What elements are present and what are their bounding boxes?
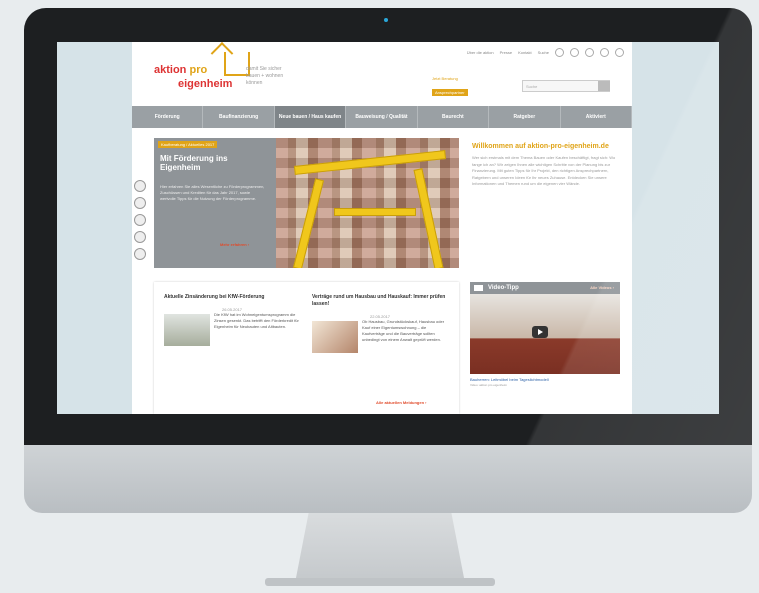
main-navigation: Förderung Baufinanzierung Neue bauen / H…: [132, 106, 632, 128]
news-image-building: [164, 314, 210, 346]
news-more-link[interactable]: Alle aktuellen Meldungen ›: [376, 400, 426, 405]
welcome-section: Willkommen auf aktion-pro-eigenheim.de W…: [472, 142, 622, 188]
nav-item-aktiviert[interactable]: Aktiviert: [561, 106, 632, 128]
nav-item-bauen-kaufen[interactable]: Neue bauen / Haus kaufen: [274, 106, 347, 128]
logo-text-aktion: aktion: [154, 64, 187, 76]
hero-image-money-ruler: [274, 138, 459, 268]
mail-side-icon[interactable]: [134, 231, 146, 243]
logo-text-eigenheim: eigenheim: [178, 78, 233, 90]
print-side-icon[interactable]: [134, 248, 146, 260]
news-image-contract: [312, 321, 358, 353]
video-subtitle: Video: aktion pro eigenheim: [470, 383, 508, 387]
facebook-side-icon[interactable]: [134, 197, 146, 209]
welcome-title: Willkommen auf aktion-pro-eigenheim.de: [472, 143, 609, 150]
news-title[interactable]: Aktuelle Zinsänderung bei KfW-Förderung: [164, 294, 300, 301]
twitter-side-icon[interactable]: [134, 214, 146, 226]
video-tip: Video-Tipp Alle Videos › Bauherren: Leit…: [470, 282, 620, 387]
logo-tagline: damit Sie sicher bauen + wohnen können: [246, 66, 284, 86]
nav-item-baufinanzierung[interactable]: Baufinanzierung: [203, 106, 275, 128]
video-icon: [474, 285, 483, 291]
monitor: aktion pro eigenheim damit Sie sicher ba…: [24, 8, 752, 513]
website: aktion pro eigenheim damit Sie sicher ba…: [132, 42, 632, 414]
site-header: aktion pro eigenheim damit Sie sicher ba…: [132, 42, 632, 104]
hero-text: Hier erfahren Sie alles Wesentliche zu F…: [160, 184, 265, 201]
twitter-icon[interactable]: [570, 48, 579, 57]
welcome-text: Wer sich erstmals mit dem Thema Bauen od…: [472, 155, 616, 186]
hero-title: Mit Förderung ins Eigenheim: [160, 154, 228, 172]
hero-text-box: Kaufberatung / Aktuelles 2017 Mit Förder…: [154, 138, 276, 268]
share-icon[interactable]: [134, 180, 146, 192]
logo-text-pro: pro: [189, 64, 208, 76]
top-links: Über die aktion Presse Kontakt Suche: [467, 48, 624, 57]
news-panel: Aktuelle Zinsänderung bei KfW-Förderung …: [154, 282, 459, 414]
video-more-link[interactable]: Alle Videos ›: [590, 282, 614, 294]
nav-item-baurecht[interactable]: Baurecht: [418, 106, 490, 128]
hero-more-link[interactable]: Mehr erfahren ›: [220, 242, 249, 247]
rss-icon[interactable]: [615, 48, 624, 57]
site-logo[interactable]: aktion pro eigenheim damit Sie sicher ba…: [144, 52, 294, 100]
play-icon[interactable]: [532, 326, 548, 338]
camera-dot: [384, 18, 388, 22]
nav-item-ratgeber[interactable]: Ratgeber: [489, 106, 561, 128]
promo-text: Jetzt Beratung: [432, 76, 458, 81]
facebook-icon[interactable]: [555, 48, 564, 57]
toplink-contact[interactable]: Kontakt: [518, 50, 532, 55]
side-social-icons: [134, 180, 146, 265]
promo-box[interactable]: Jetzt Beratung Ansprechpartner: [432, 76, 512, 96]
promo-button[interactable]: Ansprechpartner: [432, 89, 468, 96]
search-button[interactable]: [598, 81, 610, 91]
toplink-search[interactable]: Suche: [538, 50, 549, 55]
video-header: Video-Tipp Alle Videos ›: [470, 282, 620, 294]
video-thumbnail[interactable]: [470, 294, 620, 374]
googleplus-icon[interactable]: [585, 48, 594, 57]
monitor-bezel: aktion pro eigenheim damit Sie sicher ba…: [24, 8, 752, 445]
youtube-icon[interactable]: [600, 48, 609, 57]
monitor-base: [265, 578, 495, 586]
screen: aktion pro eigenheim damit Sie sicher ba…: [57, 42, 719, 414]
nav-item-bauweise[interactable]: Bauweisung / Qualität: [346, 106, 418, 128]
hero-tag: Kaufberatung / Aktuelles 2017: [158, 141, 218, 148]
monitor-stand: [295, 513, 465, 583]
toplink-press[interactable]: Presse: [500, 50, 512, 55]
news-item-1[interactable]: Aktuelle Zinsänderung bei KfW-Förderung …: [164, 294, 300, 346]
toplink-about[interactable]: Über die aktion: [467, 50, 494, 55]
hero-teaser[interactable]: Kaufberatung / Aktuelles 2017 Mit Förder…: [154, 138, 459, 268]
news-title[interactable]: Verträge rund um Hausbau und Hauskauf: I…: [312, 294, 448, 308]
monitor-chin: [24, 445, 752, 513]
nav-item-foerderung[interactable]: Förderung: [132, 106, 204, 128]
search-input[interactable]: Suche: [522, 80, 610, 92]
news-item-2[interactable]: Verträge rund um Hausbau und Hauskauf: I…: [312, 294, 448, 353]
video-header-label: Video-Tipp: [488, 285, 519, 291]
